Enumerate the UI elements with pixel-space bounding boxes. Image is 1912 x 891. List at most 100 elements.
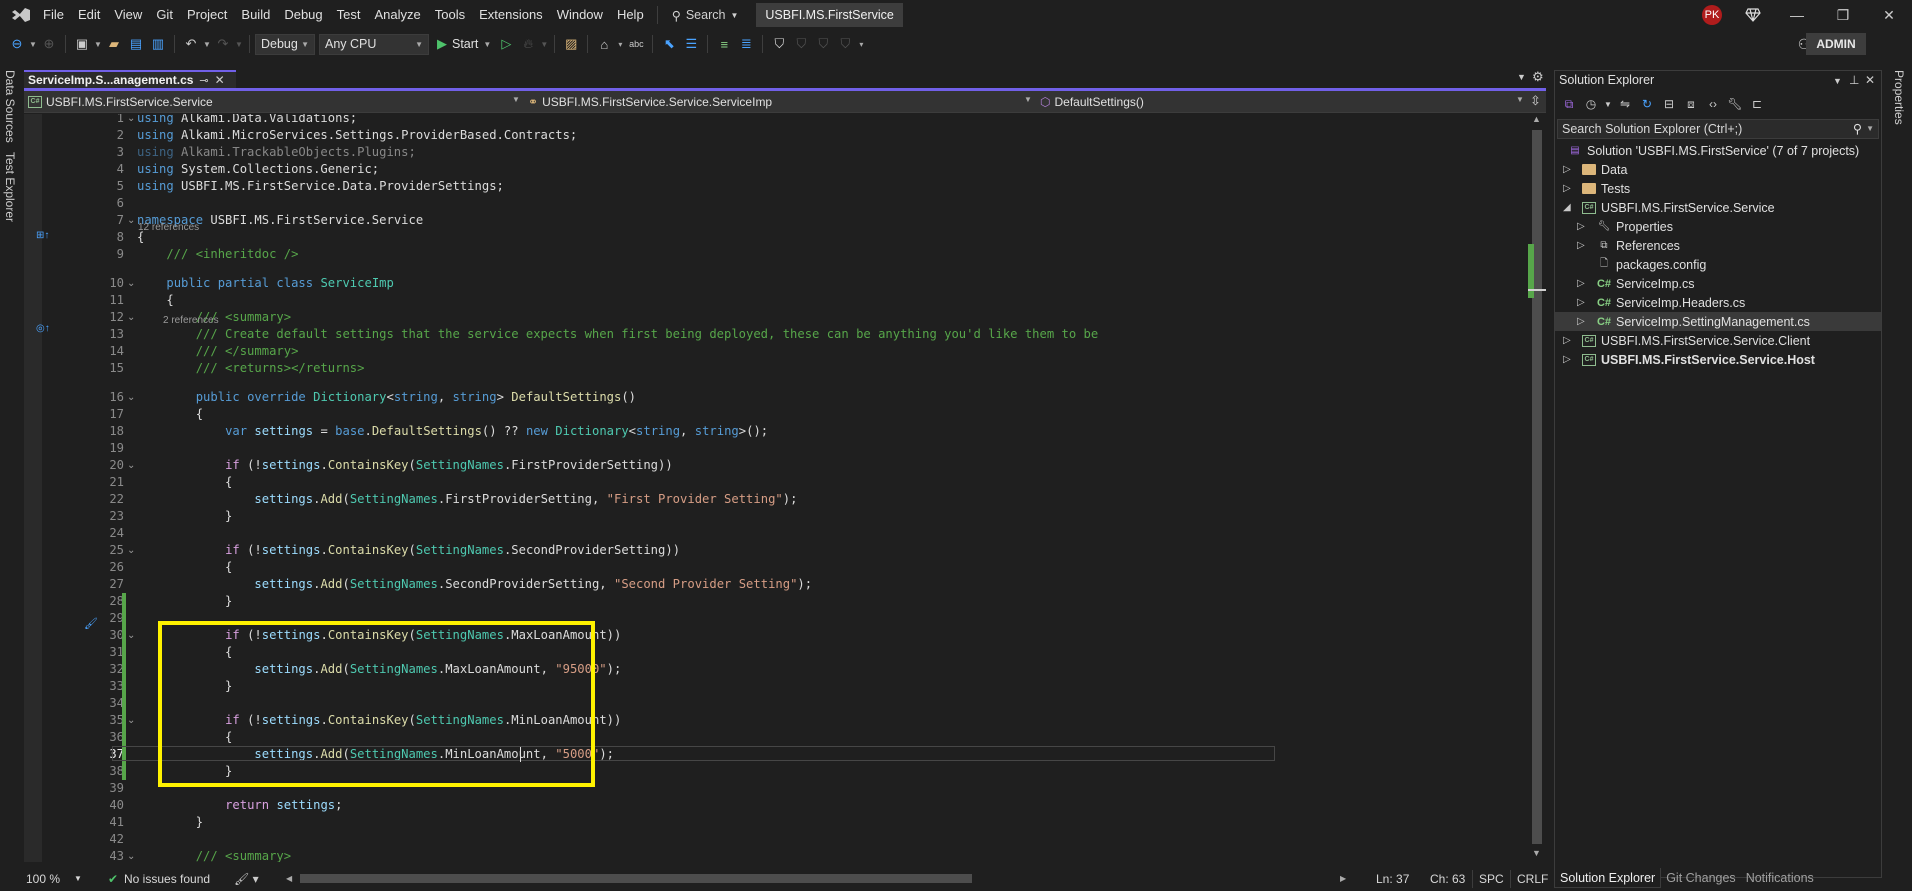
chevron-down-icon[interactable]: ▼ bbox=[1024, 95, 1032, 104]
copilot-diamond-icon[interactable] bbox=[1730, 0, 1776, 30]
tree-item[interactable]: 🗋︎ packages.config bbox=[1555, 255, 1881, 274]
tree-item[interactable]: ▷ Tests bbox=[1555, 179, 1881, 198]
quick-actions-brush-icon[interactable]: 🖌︎ bbox=[84, 617, 98, 630]
fold-toggle-icon[interactable]: ⌄ bbox=[127, 848, 135, 862]
pending-changes-filter-icon[interactable]: ◷ bbox=[1581, 94, 1601, 114]
expand-arrow-icon[interactable]: ▷ bbox=[1563, 183, 1571, 194]
code-line[interactable]: 11 { bbox=[24, 292, 1528, 309]
navigate-forward-icon[interactable]: ⊕ bbox=[38, 33, 60, 55]
show-all-files-icon[interactable]: ⧈ bbox=[1681, 94, 1701, 114]
menu-window[interactable]: Window bbox=[550, 0, 610, 30]
code-line[interactable]: 40 return settings; bbox=[24, 797, 1528, 814]
window-position-dropdown-icon[interactable]: ▼ bbox=[1833, 76, 1842, 86]
previous-bookmark-icon[interactable]: ⛉ bbox=[790, 33, 812, 55]
code-line[interactable]: 7 ⌄ namespace USBFI.MS.FirstService.Servic… bbox=[24, 212, 1528, 229]
refresh-icon[interactable]: ↻ bbox=[1637, 94, 1657, 114]
tree-item[interactable]: ▷ C# ServiceImp.cs bbox=[1555, 274, 1881, 293]
tab-notifications[interactable]: Notifications bbox=[1741, 868, 1819, 888]
code-line[interactable]: 13 /// Create default settings that the … bbox=[24, 326, 1528, 343]
code-line[interactable]: 22 settings.Add(SettingNames.FirstProvid… bbox=[24, 491, 1528, 508]
code-line[interactable]: 28 } bbox=[24, 593, 1528, 610]
scroll-up-arrow-icon[interactable]: ▲ bbox=[1532, 114, 1541, 124]
redo-icon[interactable]: ↷ bbox=[212, 33, 234, 55]
select-element-icon[interactable]: ⬉ bbox=[658, 33, 680, 55]
test-explorer-tab[interactable]: Test Explorer bbox=[3, 152, 17, 222]
hot-reload-icon[interactable]: 🔥︎ bbox=[517, 33, 539, 55]
uncomment-lines-icon[interactable]: ≣ bbox=[735, 33, 757, 55]
code-line[interactable]: 4 using System.Collections.Generic; bbox=[24, 161, 1528, 178]
menu-file[interactable]: File bbox=[36, 0, 71, 30]
fold-toggle-icon[interactable]: ⌄ bbox=[127, 309, 135, 326]
issues-status[interactable]: No issues found bbox=[124, 870, 210, 888]
undo-icon[interactable]: ↶ bbox=[180, 33, 202, 55]
spell-check-icon[interactable]: abc bbox=[625, 33, 647, 55]
fold-toggle-icon[interactable]: ⌄ bbox=[127, 389, 135, 406]
close-button[interactable]: ✕ bbox=[1866, 0, 1912, 30]
code-line[interactable]: 14 /// </summary> bbox=[24, 343, 1528, 360]
new-project-icon[interactable]: ▣ bbox=[71, 33, 93, 55]
tree-item[interactable]: ◢ C# USBFI.MS.FirstService.Service bbox=[1555, 198, 1881, 217]
column-indicator[interactable]: Ch: 63 bbox=[1430, 870, 1465, 888]
restore-button[interactable]: ❐ bbox=[1820, 0, 1866, 30]
code-line[interactable]: 27 settings.Add(SettingNames.SecondProvi… bbox=[24, 576, 1528, 593]
open-file-icon[interactable]: ▰ bbox=[103, 33, 125, 55]
code-line[interactable]: 8{ bbox=[24, 229, 1528, 246]
expand-arrow-icon[interactable]: ▷ bbox=[1563, 354, 1571, 365]
browser-link-icon[interactable]: ⌂ bbox=[593, 33, 615, 55]
tab-git-changes[interactable]: Git Changes bbox=[1661, 868, 1740, 888]
code-line[interactable]: 3 using Alkami.TrackableObjects.Plugins; bbox=[24, 144, 1528, 161]
chevron-down-icon[interactable]: ▼ bbox=[1603, 94, 1613, 114]
menu-edit[interactable]: Edit bbox=[71, 0, 107, 30]
collapse-arrow-icon[interactable]: ◢ bbox=[1563, 202, 1571, 213]
close-panel-icon[interactable]: ✕ bbox=[1865, 73, 1875, 87]
code-line[interactable]: 15 /// <returns></returns> bbox=[24, 360, 1528, 377]
properties-wrench-icon[interactable]: 🔧︎ bbox=[1725, 94, 1745, 114]
override-glyph-icon[interactable]: ◎↑ bbox=[36, 323, 50, 334]
codelens-class-references[interactable]: 12 references bbox=[138, 222, 199, 234]
fold-toggle-icon[interactable]: ⌄ bbox=[127, 114, 135, 127]
split-editor-icon[interactable]: ⇳ bbox=[1530, 93, 1541, 109]
tree-item[interactable]: ▷ C# USBFI.MS.FirstService.Service.Client bbox=[1555, 331, 1881, 350]
tree-item[interactable]: ▷ ⧉ References bbox=[1555, 236, 1881, 255]
tree-item[interactable]: ▷ C# ServiceImp.SettingManagement.cs bbox=[1555, 312, 1881, 331]
class-view-icon[interactable]: ☰ bbox=[680, 33, 702, 55]
admin-badge[interactable]: ADMIN bbox=[1806, 33, 1866, 55]
tree-item[interactable]: ▷ C# ServiceImp.Headers.cs bbox=[1555, 293, 1881, 312]
menu-debug[interactable]: Debug bbox=[277, 0, 329, 30]
code-line[interactable]: 19 bbox=[24, 440, 1528, 457]
close-tab-icon[interactable]: ✕ bbox=[215, 73, 225, 87]
code-line[interactable]: 1 ⌄ using Alkami.Data.Validations; bbox=[24, 114, 1528, 127]
chevron-down-icon[interactable]: ▼ bbox=[93, 40, 103, 49]
chevron-down-icon[interactable]: ▾ bbox=[615, 40, 625, 49]
menu-project[interactable]: Project bbox=[180, 0, 234, 30]
expand-arrow-icon[interactable]: ▷ bbox=[1577, 316, 1585, 327]
scroll-down-arrow-icon[interactable]: ▼ bbox=[1532, 848, 1541, 858]
pin-icon[interactable]: ⊥ bbox=[1849, 73, 1859, 87]
code-line[interactable]: 6 bbox=[24, 195, 1528, 212]
implements-glyph-icon[interactable]: ⊞↑ bbox=[36, 230, 49, 241]
view-code-icon[interactable]: ‹› bbox=[1703, 94, 1723, 114]
chevron-down-icon[interactable]: ▼ bbox=[1866, 120, 1874, 138]
menu-view[interactable]: View bbox=[107, 0, 149, 30]
code-line[interactable]: 9 /// <inheritdoc /> bbox=[24, 246, 1528, 263]
comment-lines-icon[interactable]: ≡ bbox=[713, 33, 735, 55]
user-avatar[interactable]: PK bbox=[1702, 5, 1722, 25]
code-line[interactable]: 25 ⌄ if (!settings.ContainsKey(SettingNam… bbox=[24, 542, 1528, 559]
document-tab[interactable]: ServiceImp.S...anagement.cs ⊸ ✕ bbox=[24, 70, 236, 88]
chevron-down-icon[interactable]: ▼ bbox=[28, 40, 38, 49]
next-bookmark-icon[interactable]: ⛉ bbox=[812, 33, 834, 55]
menu-test[interactable]: Test bbox=[330, 0, 368, 30]
find-in-files-icon[interactable]: ▨ bbox=[560, 33, 582, 55]
chevron-down-icon[interactable]: ▼ bbox=[512, 95, 520, 104]
chevron-down-icon[interactable]: ▼ bbox=[234, 40, 244, 49]
zoom-level[interactable]: 100 % bbox=[26, 870, 60, 888]
code-line[interactable]: 10 ⌄ public partial class ServiceImp bbox=[24, 275, 1528, 292]
menu-tools[interactable]: Tools bbox=[428, 0, 472, 30]
platform-dropdown[interactable]: Any CPU ▼ bbox=[319, 33, 429, 55]
solution-explorer-search-input[interactable]: Search Solution Explorer (Ctrl+;) ⚲ ▼ bbox=[1557, 119, 1879, 139]
collapse-all-icon[interactable]: ⊟ bbox=[1659, 94, 1679, 114]
code-line[interactable]: 2 using Alkami.MicroServices.Settings.Pro… bbox=[24, 127, 1528, 144]
code-line[interactable]: 41 } bbox=[24, 814, 1528, 831]
sync-with-active-document-icon[interactable]: ⇋ bbox=[1615, 94, 1635, 114]
code-line[interactable]: 42 bbox=[24, 831, 1528, 848]
